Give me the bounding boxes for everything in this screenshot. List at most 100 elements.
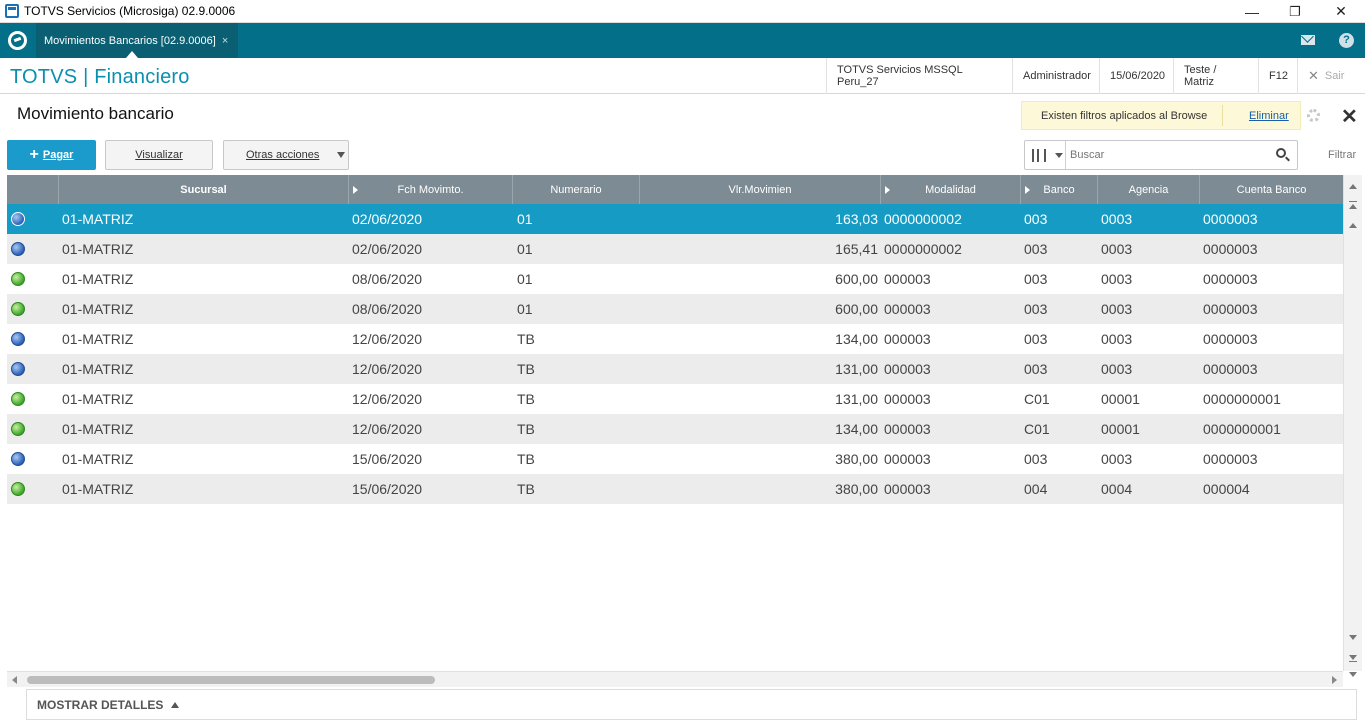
cell-sucursal: 01-MATRIZ <box>62 361 134 377</box>
column-expand-icon <box>1025 186 1030 194</box>
totvs-logo-icon[interactable] <box>8 31 27 50</box>
company-info[interactable]: Teste / Matriz <box>1173 58 1258 94</box>
column-header-banco[interactable]: Banco <box>1021 175 1098 204</box>
cell-sucursal: 01-MATRIZ <box>62 271 134 287</box>
cell-banco: 003 <box>1024 271 1048 287</box>
cell-cuenta: 0000003 <box>1203 271 1258 287</box>
cell-banco: 003 <box>1024 361 1048 377</box>
date-info[interactable]: 15/06/2020 <box>1099 58 1173 94</box>
status-blue-icon <box>11 362 25 376</box>
cell-numerario: TB <box>517 421 535 437</box>
mail-icon[interactable] <box>1301 35 1315 45</box>
cell-sucursal: 01-MATRIZ <box>62 331 134 347</box>
scroll-up-icon[interactable] <box>1349 184 1357 189</box>
cell-numerario: TB <box>517 451 535 467</box>
table-row[interactable]: 01-MATRIZ 15/06/2020 TB 380,00 000003 003 0003… <box>7 444 1343 474</box>
cell-fecha: 12/06/2020 <box>352 391 423 407</box>
app-tabbar: Movimientos Bancarios [02.9.0006] × ? <box>0 23 1365 58</box>
cell-agencia: 00001 <box>1101 421 1140 437</box>
vertical-scrollbar[interactable] <box>1343 175 1362 677</box>
table-row[interactable]: 01-MATRIZ 02/06/2020 01 165,41 0000000002 003… <box>7 234 1343 264</box>
exit-label: Sair <box>1324 70 1345 82</box>
search-icon[interactable] <box>1276 148 1286 158</box>
cell-agencia: 0004 <box>1101 481 1133 497</box>
scroll-down-small-icon[interactable] <box>1349 635 1357 640</box>
column-header-fecha[interactable]: Fch Movimto. <box>349 175 513 204</box>
column-header-numerario[interactable]: Numerario <box>513 175 640 204</box>
cell-numerario: TB <box>517 331 535 347</box>
search-divider <box>1065 141 1066 169</box>
cell-fecha: 08/06/2020 <box>352 301 423 317</box>
remove-filter-link[interactable]: Eliminar <box>1249 110 1289 122</box>
status-blue-icon <box>11 212 25 226</box>
cell-modalidad: 0000000002 <box>884 241 962 257</box>
exit-button[interactable]: ✕ Sair <box>1297 58 1359 94</box>
column-header-status[interactable] <box>7 175 59 204</box>
column-header-agencia[interactable]: Agencia <box>1098 175 1200 204</box>
view-button[interactable]: Visualizar <box>105 140 213 170</box>
cell-valor: 134,00 <box>835 331 878 347</box>
table-row[interactable]: 01-MATRIZ 12/06/2020 TB 131,00 000003 003 0003… <box>7 354 1343 384</box>
pay-button[interactable]: + Pagar <box>7 140 96 170</box>
status-blue-icon <box>11 332 25 346</box>
cell-banco: 003 <box>1024 301 1048 317</box>
filter-button[interactable]: Filtrar <box>1328 149 1356 161</box>
scroll-right-icon[interactable] <box>1332 676 1337 684</box>
cell-valor: 165,41 <box>835 241 878 257</box>
close-window-button[interactable]: ✕ <box>1318 0 1364 23</box>
table-row[interactable]: 01-MATRIZ 12/06/2020 TB 134,00 000003 C01 0000… <box>7 414 1343 444</box>
window-title: TOTVS Servicios (Microsiga) 02.9.0006 <box>24 4 236 18</box>
column-header-sucursal[interactable]: Sucursal <box>59 175 349 204</box>
minimize-button[interactable]: — <box>1229 0 1275 23</box>
table-row[interactable]: 01-MATRIZ 08/06/2020 01 600,00 000003 003 0003… <box>7 264 1343 294</box>
cell-valor: 380,00 <box>835 451 878 467</box>
data-grid: Sucursal Fch Movimto. Numerario Vlr.Movi… <box>7 175 1343 671</box>
active-tab-caret <box>126 51 138 58</box>
module-brand: TOTVS | Financiero <box>10 66 190 88</box>
environment-info[interactable]: TOTVS Servicios MSSQL Peru_27 <box>826 58 1012 94</box>
cell-modalidad: 000003 <box>884 301 931 317</box>
table-row[interactable]: 01-MATRIZ 12/06/2020 TB 134,00 000003 003 0003… <box>7 324 1343 354</box>
column-header-modalidad[interactable]: Modalidad <box>881 175 1021 204</box>
maximize-button[interactable]: ❐ <box>1272 0 1318 23</box>
tab-close-icon[interactable]: × <box>222 35 228 47</box>
cell-valor: 131,00 <box>835 391 878 407</box>
cell-sucursal: 01-MATRIZ <box>62 421 134 437</box>
search-input[interactable] <box>1070 145 1270 165</box>
table-row[interactable]: 01-MATRIZ 02/06/2020 01 163,03 0000000002 003… <box>7 204 1343 234</box>
cell-modalidad: 000003 <box>884 331 931 347</box>
columns-icon[interactable] <box>1032 149 1046 162</box>
gear-icon[interactable] <box>1307 109 1320 122</box>
columns-dropdown-icon[interactable] <box>1055 153 1063 158</box>
user-info[interactable]: Administrador <box>1012 58 1099 94</box>
status-blue-icon <box>11 452 25 466</box>
cell-modalidad: 000003 <box>884 361 931 377</box>
scroll-page-down-icon[interactable] <box>1349 655 1357 660</box>
window-titlebar: TOTVS Servicios (Microsiga) 02.9.0006 — … <box>0 0 1365 23</box>
other-actions-button[interactable]: Otras acciones <box>223 140 349 170</box>
cell-sucursal: 01-MATRIZ <box>62 211 134 227</box>
table-row[interactable]: 01-MATRIZ 12/06/2020 TB 131,00 000003 C01 0000… <box>7 384 1343 414</box>
cell-cuenta: 0000003 <box>1203 361 1258 377</box>
horizontal-scroll-thumb[interactable] <box>27 676 435 684</box>
scroll-up-small-icon[interactable] <box>1349 223 1357 228</box>
scroll-down-icon[interactable] <box>1349 672 1357 677</box>
column-header-modalidad-label: Modalidad <box>925 183 976 196</box>
scroll-page-up-icon[interactable] <box>1349 204 1357 209</box>
column-header-fecha-label: Fch Movimto. <box>397 183 464 196</box>
cell-cuenta: 000004 <box>1203 481 1250 497</box>
table-row[interactable]: 01-MATRIZ 15/06/2020 TB 380,00 000003 004 0004… <box>7 474 1343 504</box>
show-details-bar[interactable]: MOSTRAR DETALLES <box>26 689 1357 720</box>
grid-header: Sucursal Fch Movimto. Numerario Vlr.Movi… <box>7 175 1343 204</box>
cell-agencia: 0003 <box>1101 331 1133 347</box>
table-row[interactable]: 01-MATRIZ 08/06/2020 01 600,00 000003 003 0003… <box>7 294 1343 324</box>
horizontal-scrollbar[interactable] <box>7 671 1343 687</box>
shortcut-info[interactable]: F12 <box>1258 58 1297 94</box>
cell-fecha: 15/06/2020 <box>352 451 423 467</box>
help-icon[interactable]: ? <box>1339 33 1354 48</box>
cell-fecha: 02/06/2020 <box>352 241 423 257</box>
column-header-cuenta[interactable]: Cuenta Banco <box>1200 175 1343 204</box>
scroll-left-icon[interactable] <box>12 676 17 684</box>
column-header-valor[interactable]: Vlr.Movimien <box>640 175 881 204</box>
close-page-icon[interactable]: ✕ <box>1341 104 1358 129</box>
